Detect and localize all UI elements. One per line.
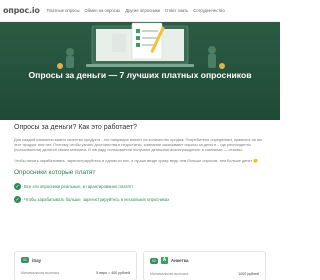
brand-logo-icon: A — [160, 257, 168, 264]
row-label: Минимальная выплата — [150, 272, 189, 276]
checkmark-icon: ✓ — [14, 183, 21, 191]
rank-badge: 02 — [150, 257, 158, 264]
survey-card-anketka[interactable]: 02 A Анкетка Минимальная выплата 1000 ру… — [143, 251, 266, 280]
page-title: Опросы за деньги — 7 лучших платных опро… — [28, 70, 252, 80]
check-item: ✓ Все эти опросники реальные, и гарантир… — [14, 182, 266, 191]
check-item: ✓ Чтобы зарабатывать больше, зарегистрир… — [14, 195, 266, 204]
checkmark-icon: ✓ — [14, 196, 21, 204]
check-item-text: Чтобы зарабатывать больше, зарегистрируй… — [24, 197, 170, 203]
article-heading: Опросы за деньги? Как это работает? — [14, 124, 138, 131]
paying-surveys-heading: Опросники которые платят — [14, 169, 96, 177]
card-row: Минимальная выплата 1000 рублей — [150, 272, 259, 276]
nav-link-other-surveys[interactable]: Другие опросники — [125, 8, 160, 13]
hero-banner: Опросы за деньги — 7 лучших платных опро… — [0, 22, 280, 120]
survey-card-isay[interactable]: 01 iSay Минимальная выплата 5 евро = 400… — [14, 251, 137, 280]
nav-link-answers[interactable]: Ответ знать — [165, 8, 188, 13]
site-logo[interactable]: опрос.io — [3, 6, 40, 15]
card-header: 01 iSay — [21, 257, 130, 263]
nav-link-paid-surveys[interactable]: Платные опросы — [47, 8, 80, 13]
row-value: 5 евро = 400 рублей — [96, 271, 130, 275]
nav-link-exchange[interactable]: Обмен на опросах — [84, 8, 120, 13]
survey-cards: 01 iSay Минимальная выплата 5 евро = 400… — [14, 251, 266, 280]
survey-name[interactable]: Анкетка — [171, 258, 189, 263]
article-paragraph-1: Для каждой компании важно качество проду… — [14, 137, 262, 153]
survey-name[interactable]: iSay — [32, 258, 41, 263]
article-content: Опросы за деньги? Как это работает? Для … — [14, 124, 266, 208]
check-item-text: Все эти опросники реальные, и гарантиров… — [24, 184, 133, 190]
row-value: 1000 рублей — [238, 272, 259, 276]
card-header: 02 A Анкетка — [150, 257, 259, 264]
card-row: Минимальная выплата 5 евро = 400 рублей — [21, 271, 130, 275]
top-navigation: опрос.io Платные опросы Обмен на опросах… — [0, 0, 280, 22]
nav-links: Платные опросы Обмен на опросах Другие о… — [47, 8, 225, 13]
article-paragraph-2: Чтобы начать зарабатывать, зарегистрируй… — [14, 158, 259, 164]
rank-badge: 01 — [21, 257, 29, 263]
nav-link-cooperation[interactable]: Сотрудничество — [193, 8, 225, 13]
row-label: Минимальная выплата — [21, 271, 60, 275]
